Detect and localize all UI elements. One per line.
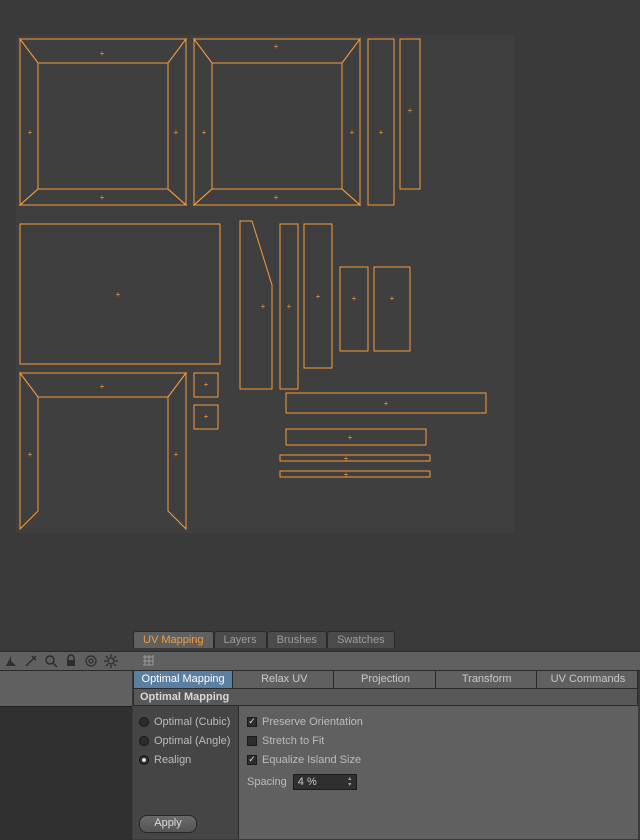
svg-text:+: +: [287, 302, 292, 311]
checkbox-icon: ✓: [247, 755, 257, 765]
spacing-value: 4 %: [298, 776, 317, 788]
subtab-projection[interactable]: Projection: [336, 671, 435, 688]
subtab-optimal-mapping[interactable]: Optimal Mapping: [134, 671, 233, 688]
uv-canvas[interactable]: + + + + + + + + + + + + + + + + + + + + + + + + +: [16, 35, 514, 533]
svg-text:+: +: [348, 433, 353, 442]
svg-text:+: +: [116, 290, 121, 299]
spacing-label: Spacing: [247, 776, 287, 788]
tab-layers[interactable]: Layers: [214, 631, 267, 648]
radio-label: Realign: [154, 754, 191, 766]
check-stretch-to-fit[interactable]: Stretch to Fit: [247, 731, 630, 750]
spinner-icon[interactable]: ▴▾: [345, 775, 355, 789]
radio-label: Optimal (Angle): [154, 735, 230, 747]
svg-text:+: +: [204, 412, 209, 421]
radio-icon: [139, 736, 149, 746]
radio-optimal-angle[interactable]: Optimal (Angle): [139, 731, 232, 750]
subtab-row: Optimal Mapping Relax UV Projection Tran…: [133, 671, 638, 689]
left-fill: [0, 671, 132, 706]
subtab-relax-uv[interactable]: Relax UV: [235, 671, 334, 688]
svg-text:+: +: [174, 128, 179, 137]
svg-text:+: +: [350, 128, 355, 137]
check-preserve-orientation[interactable]: ✓ Preserve Orientation: [247, 712, 630, 731]
radio-label: Optimal (Cubic): [154, 716, 230, 728]
svg-text:+: +: [274, 42, 279, 51]
form-area: Optimal (Cubic) Optimal (Angle) Realign …: [133, 706, 638, 839]
lock-icon[interactable]: [64, 654, 78, 668]
check-label: Equalize Island Size: [262, 754, 361, 766]
wand-icon[interactable]: [24, 654, 38, 668]
panel-area: UV Mapping Layers Brushes Swatches Optim…: [0, 628, 640, 839]
svg-text:+: +: [174, 450, 179, 459]
svg-text:+: +: [344, 454, 349, 463]
svg-text:+: +: [390, 294, 395, 303]
svg-text:+: +: [28, 128, 33, 137]
svg-text:+: +: [202, 128, 207, 137]
tab-brushes[interactable]: Brushes: [267, 631, 327, 648]
svg-text:+: +: [344, 470, 349, 479]
grid-icon[interactable]: [142, 654, 156, 668]
section-header: Optimal Mapping: [133, 689, 638, 706]
svg-text:+: +: [100, 49, 105, 58]
checkbox-icon: [247, 736, 257, 746]
left-panel: [0, 706, 132, 840]
tab-uv-mapping[interactable]: UV Mapping: [133, 631, 214, 648]
subtab-transform[interactable]: Transform: [438, 671, 537, 688]
svg-text:+: +: [28, 450, 33, 459]
check-equalize-island-size[interactable]: ✓ Equalize Island Size: [247, 750, 630, 769]
radio-icon: [139, 717, 149, 727]
checkbox-icon: ✓: [247, 717, 257, 727]
checks-column: ✓ Preserve Orientation Stretch to Fit ✓ …: [239, 706, 638, 839]
uv-viewport[interactable]: + + + + + + + + + + + + + + + + + + + + + + + + +: [0, 0, 640, 628]
apply-button[interactable]: Apply: [139, 815, 197, 833]
gear-icon[interactable]: [104, 654, 118, 668]
svg-text:+: +: [274, 193, 279, 202]
svg-text:+: +: [261, 302, 266, 311]
tab-row: UV Mapping Layers Brushes Swatches: [133, 631, 395, 648]
svg-text:+: +: [100, 382, 105, 391]
svg-text:+: +: [379, 128, 384, 137]
radio-optimal-cubic[interactable]: Optimal (Cubic): [139, 712, 232, 731]
svg-text:+: +: [352, 294, 357, 303]
subtab-uv-commands[interactable]: UV Commands: [539, 671, 637, 688]
radio-realign[interactable]: Realign: [139, 750, 232, 769]
tab-swatches[interactable]: Swatches: [327, 631, 395, 648]
search-icon[interactable]: [44, 654, 58, 668]
svg-text:+: +: [204, 380, 209, 389]
target-icon[interactable]: [84, 654, 98, 668]
arrow-icon[interactable]: [4, 654, 18, 668]
icon-strip: [0, 651, 640, 671]
spacing-input[interactable]: 4 % ▴▾: [293, 774, 357, 790]
svg-text:+: +: [408, 106, 413, 115]
check-label: Stretch to Fit: [262, 735, 324, 747]
radio-icon: [139, 755, 149, 765]
svg-text:+: +: [316, 292, 321, 301]
svg-text:+: +: [384, 399, 389, 408]
check-label: Preserve Orientation: [262, 716, 363, 728]
svg-text:+: +: [100, 193, 105, 202]
